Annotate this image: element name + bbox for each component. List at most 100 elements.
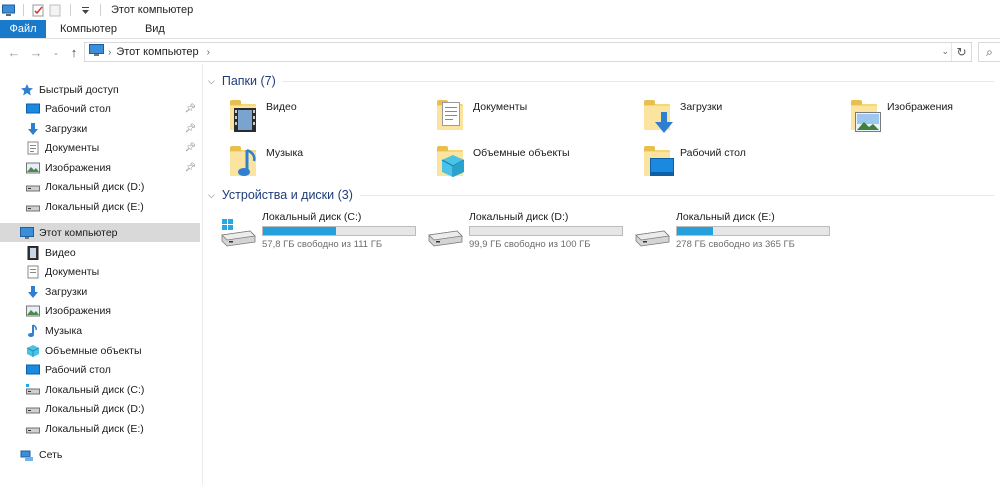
pin-icon[interactable]: 📌︎ [185,142,196,153]
cube-icon [26,344,40,358]
sidebar-item-drive-d[interactable]: Локальный диск (D:) [26,399,200,418]
sidebar-item-label: Локальный диск (E:) [45,200,144,213]
sidebar-item-pictures[interactable]: Изображения 📌︎ [26,158,200,177]
customize-toolbar-icon[interactable] [79,4,92,17]
pin-icon[interactable]: 📌︎ [185,123,196,134]
title-bar: Этот компьютер [0,0,1000,20]
tab-computer[interactable]: Компьютер [46,20,131,38]
downloads-folder-icon [642,98,674,134]
drive-c-tile[interactable]: Локальный диск (C:) 57,8 ГБ свободно из … [220,211,420,251]
drives-group-header[interactable]: ⌵ Устройства и диски (3) [208,188,353,202]
properties-icon[interactable] [32,4,45,17]
up-icon[interactable]: ↑ [64,42,84,62]
drive-name: Локальный диск (D:) [469,211,569,223]
recent-locations-icon[interactable]: ⌄ [46,42,66,62]
folder-documents[interactable]: Документы [435,98,635,140]
folder-pictures[interactable]: Изображения [849,98,1000,140]
sidebar-item-downloads[interactable]: Загрузки [26,282,200,301]
drive-usage-fill [263,227,336,235]
desktop-folder-icon [642,144,674,180]
sidebar-item-pictures[interactable]: Изображения [26,301,200,320]
breadcrumb[interactable]: Этот компьютер [116,46,198,58]
tab-view[interactable]: Вид [131,20,179,38]
drive-name: Локальный диск (E:) [676,211,775,223]
folders-group-header[interactable]: ⌵ Папки (7) [208,74,276,88]
folder-label: Объемные объекты [473,147,570,159]
window-title: Этот компьютер [111,4,194,16]
chevron-right-icon[interactable]: › [108,47,111,58]
folder-label: Музыка [266,147,304,159]
sidebar-item-label: Сеть [39,448,63,461]
pin-icon[interactable]: 📌︎ [185,162,196,173]
sidebar-item-label: Быстрый доступ [39,83,119,96]
folder-music[interactable]: Музыка [228,144,428,186]
back-icon[interactable]: ← [4,42,24,62]
chevron-right-icon[interactable]: › [207,47,210,58]
folder-label: Документы [473,101,528,113]
sidebar-item-label: Загрузки [45,285,88,298]
folder-3d-objects[interactable]: Объемные объекты [435,144,635,186]
sidebar-item-videos[interactable]: Видео [26,243,200,262]
sidebar-item-downloads[interactable]: Загрузки 📌︎ [26,119,200,138]
sidebar-item-label: Рабочий стол [45,363,111,376]
network-icon [20,448,34,462]
sidebar-item-label: Объемные объекты [45,344,142,357]
sidebar-item-label: Музыка [45,324,83,337]
desktop-icon [26,363,40,377]
drive-icon [26,402,40,416]
sidebar-item-network[interactable]: Сеть [20,445,220,464]
drive-free-space: 278 ГБ свободно из 365 ГБ [676,239,795,250]
sidebar-item-this-pc[interactable]: Этот компьютер [0,223,200,242]
download-icon [26,122,40,136]
sidebar-item-music[interactable]: Музыка [26,321,200,340]
folder-desktop[interactable]: Рабочий стол [642,144,842,186]
desktop-icon [26,102,40,116]
new-folder-icon[interactable] [49,4,62,17]
group-title: Папки (7) [221,74,276,88]
sidebar-item-label: Загрузки [45,122,88,135]
video-folder-icon [228,98,260,134]
sidebar-item-drive-e[interactable]: Локальный диск (E:) [26,419,200,438]
drive-e-tile[interactable]: Локальный диск (E:) 278 ГБ свободно из 3… [634,211,834,251]
drive-d-tile[interactable]: Локальный диск (D:) 99,9 ГБ свободно из … [427,211,627,251]
sidebar-item-drive-d[interactable]: Локальный диск (D:) [26,177,200,196]
download-icon [26,285,40,299]
group-title: Устройства и диски (3) [221,188,353,202]
folder-downloads[interactable]: Загрузки [642,98,842,140]
sidebar-item-3d-objects[interactable]: Объемные объекты [26,341,200,360]
refresh-icon[interactable]: ↻ [951,43,971,61]
group-divider [360,195,994,196]
folder-label: Видео [266,101,297,113]
folder-videos[interactable]: Видео [228,98,428,140]
tab-file[interactable]: Файл [0,20,46,38]
sidebar-item-label: Видео [45,246,76,259]
document-icon [26,265,40,279]
sidebar-item-quick-access[interactable]: Быстрый доступ [20,80,220,99]
sidebar-item-drive-e[interactable]: Локальный диск (E:) [26,197,200,216]
drive-icon [26,200,40,214]
chevron-down-icon[interactable]: ⌄ [941,46,949,57]
computer-icon [89,44,104,60]
system-drive-icon [221,219,256,247]
sidebar-item-documents[interactable]: Документы [26,262,200,281]
collapse-icon[interactable]: ⌵ [208,76,215,87]
search-icon[interactable]: ⌕ [978,42,1000,62]
folder-label: Изображения [887,101,953,113]
sidebar-item-drive-c[interactable]: Локальный диск (C:) [26,380,200,399]
address-bar[interactable]: › Этот компьютер › ⌄ ↻ [84,42,972,62]
sidebar-item-documents[interactable]: Документы 📌︎ [26,138,200,157]
content-pane: ⌵ Папки (7) Видео Документы Загрузки Изо… [204,64,1000,485]
video-icon [26,245,40,260]
sidebar-item-label: Локальный диск (E:) [45,422,144,435]
pin-icon[interactable]: 📌︎ [185,103,196,114]
folder-label: Рабочий стол [680,147,746,159]
sidebar-item-desktop[interactable]: Рабочий стол 📌︎ [26,99,200,118]
collapse-icon[interactable]: ⌵ [208,190,215,201]
documents-folder-icon [435,98,467,134]
sidebar-item-desktop[interactable]: Рабочий стол [26,360,200,379]
drive-usage-bar [469,226,623,236]
pictures-folder-icon [849,98,881,134]
forward-icon[interactable]: → [26,42,46,62]
drive-icon [26,383,40,397]
computer-icon [2,4,15,17]
